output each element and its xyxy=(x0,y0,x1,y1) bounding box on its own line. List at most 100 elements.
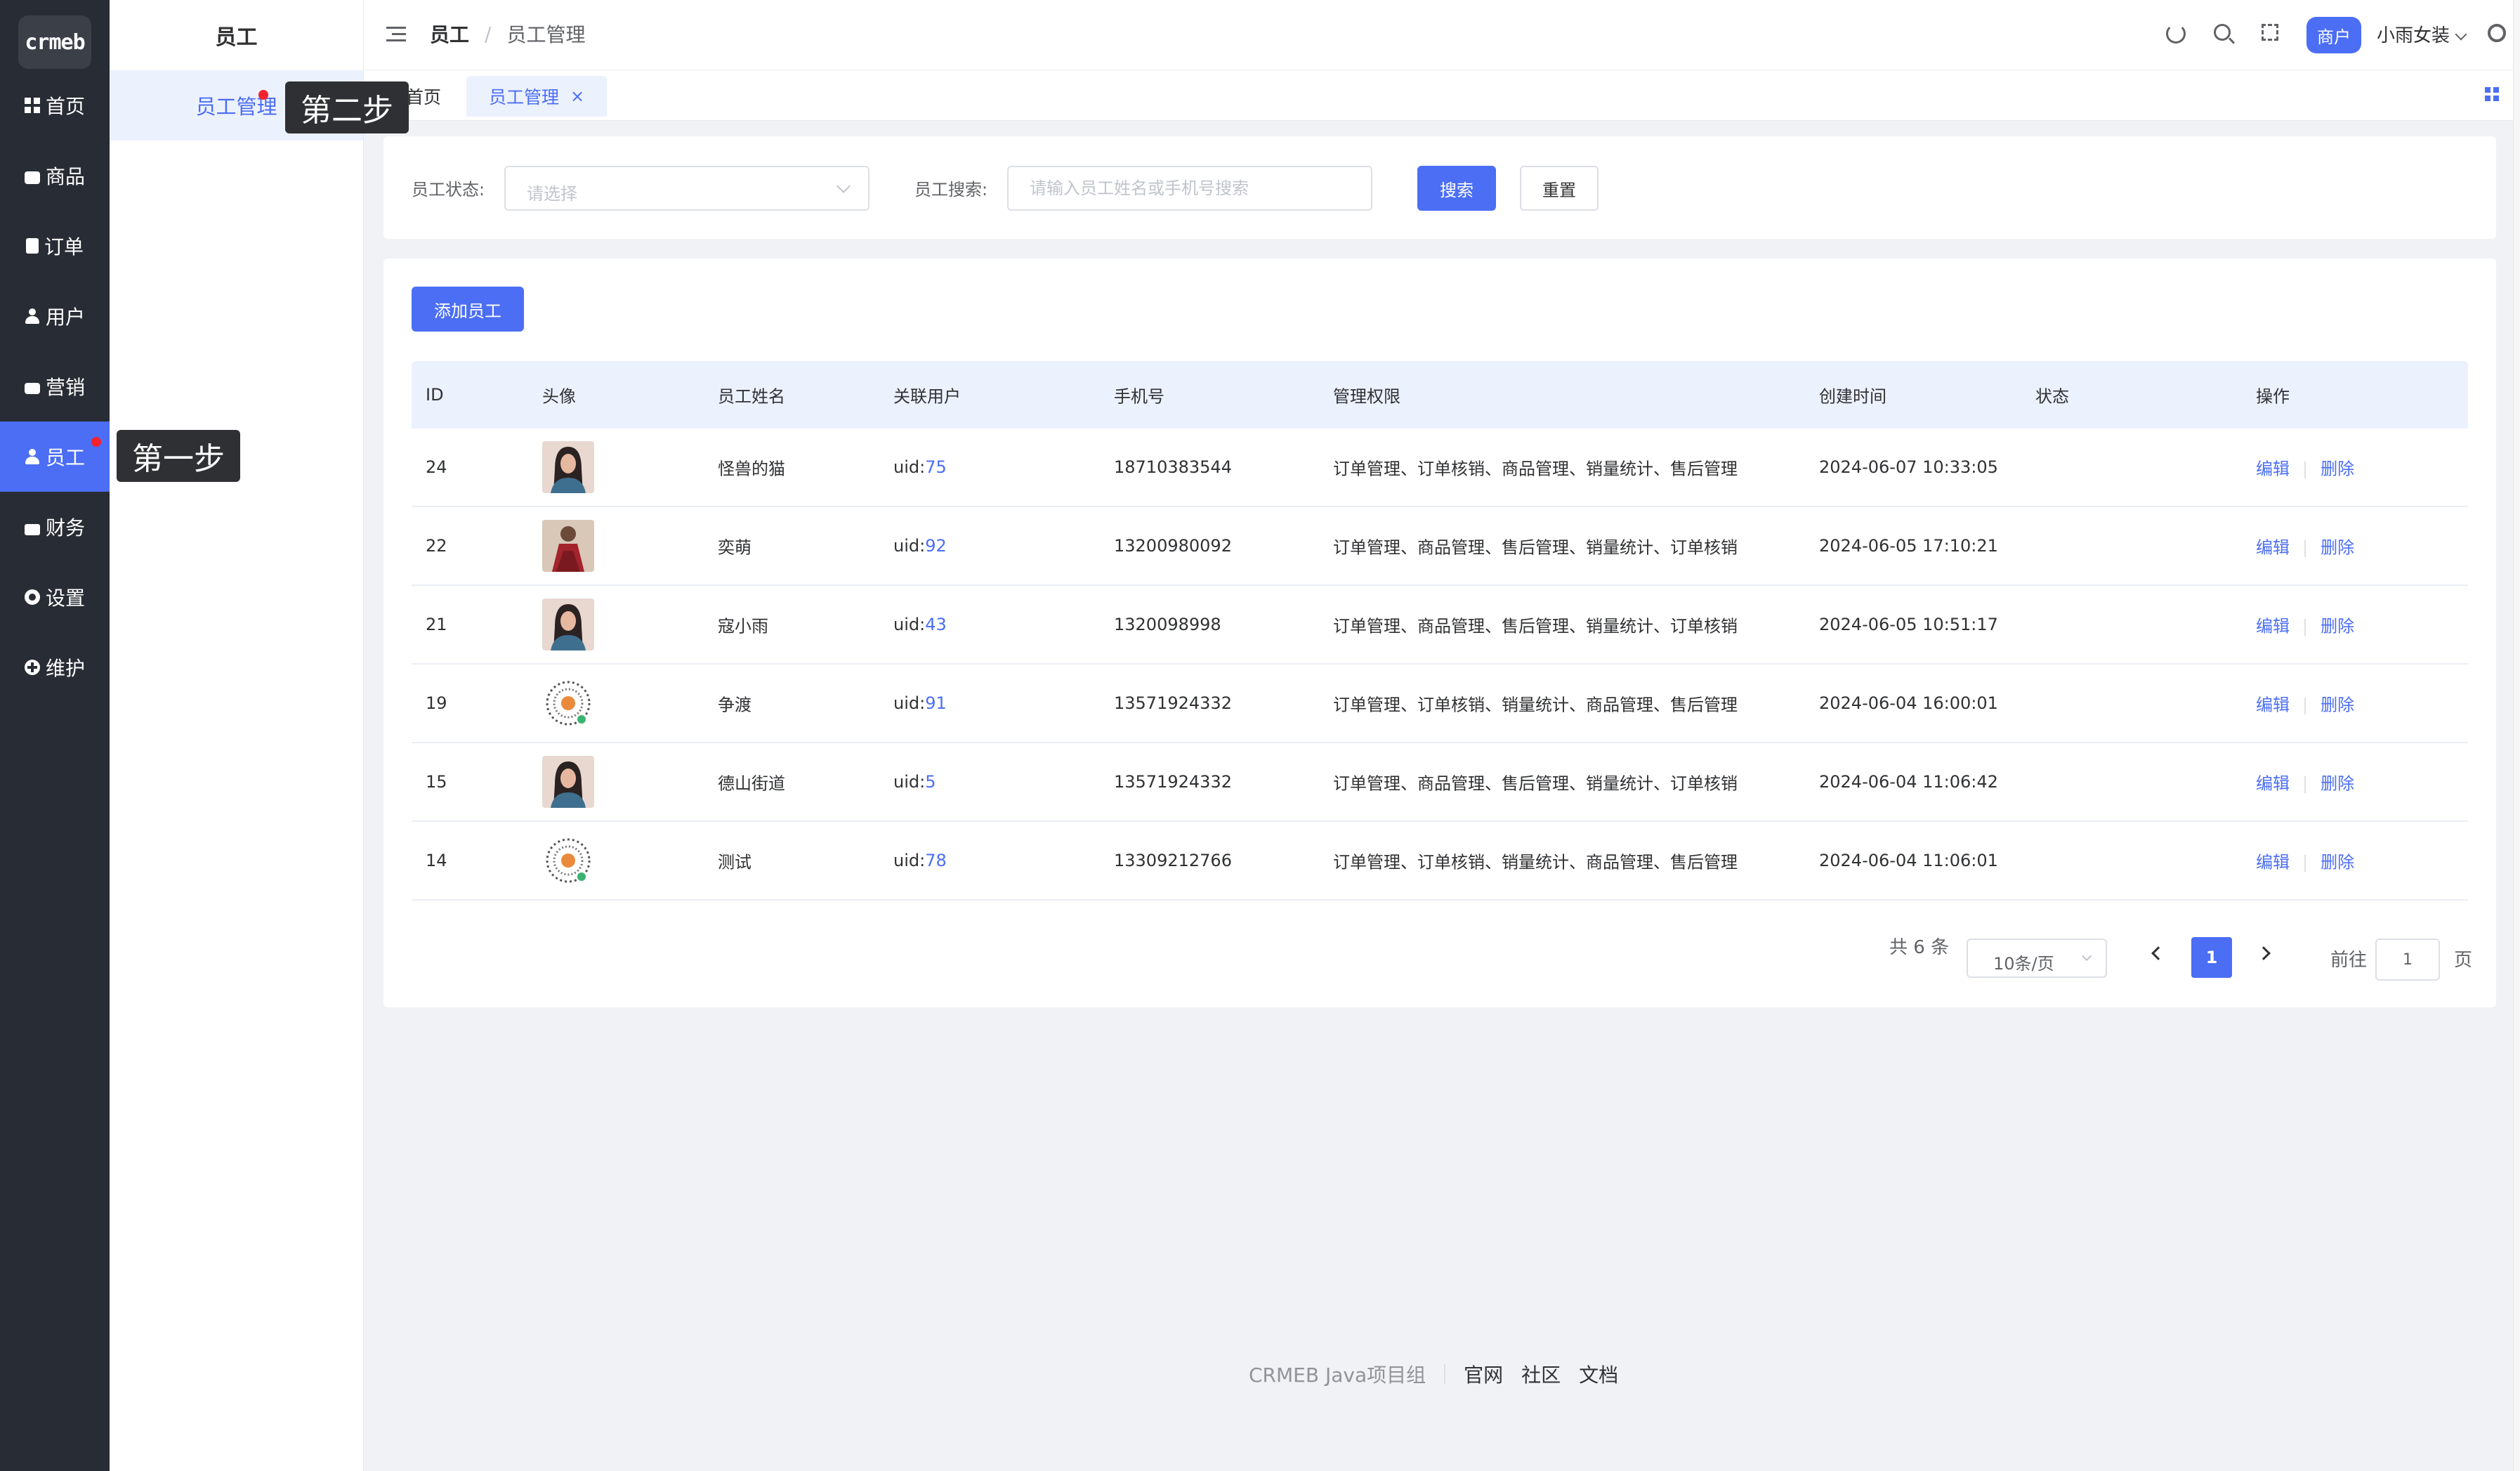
add-staff-button[interactable]: 添加员工 xyxy=(412,287,524,332)
rail-item-label: 营销 xyxy=(45,376,85,399)
cell-permissions: 订单管理、商品管理、售后管理、销量统计、订单核销 xyxy=(1333,616,1738,636)
rail-item-label: 用户 xyxy=(45,306,85,329)
breadcrumb-root[interactable]: 员工 xyxy=(430,20,469,48)
action-divider: | xyxy=(2302,537,2309,558)
column-header: 操作 xyxy=(2256,386,2290,407)
cell-created-time: 2024-06-07 10:33:05 xyxy=(1819,457,1998,477)
delete-link[interactable]: 删除 xyxy=(2321,459,2354,479)
page-number-current[interactable]: 1 xyxy=(2191,937,2232,978)
column-header: 员工姓名 xyxy=(718,386,785,407)
breadcrumb: 员工 / 员工管理 xyxy=(430,20,585,48)
refresh-icon[interactable] xyxy=(2166,24,2186,44)
avatar[interactable] xyxy=(542,756,594,808)
avatar[interactable] xyxy=(542,677,594,729)
menu-toggle-icon[interactable] xyxy=(386,27,406,42)
rail-item-0[interactable]: 首页 xyxy=(0,70,110,140)
column-header: 管理权限 xyxy=(1333,386,1400,407)
rail-item-3[interactable]: 用户 xyxy=(0,281,110,351)
uid-link[interactable]: 43 xyxy=(925,615,947,634)
next-page-icon[interactable] xyxy=(2257,946,2271,960)
cell-name: 奕萌 xyxy=(718,537,752,558)
rail-item-label: 设置 xyxy=(45,587,85,610)
avatar[interactable] xyxy=(542,599,594,650)
rail-item-label: 首页 xyxy=(45,95,85,118)
goto-page-input[interactable] xyxy=(2375,939,2440,981)
delete-link[interactable]: 删除 xyxy=(2321,853,2354,872)
edit-link[interactable]: 编辑 xyxy=(2256,695,2290,715)
cell-linked-user: uid:43 xyxy=(893,615,947,634)
avatar[interactable] xyxy=(542,520,594,572)
cell-created-time: 2024-06-04 11:06:42 xyxy=(1819,772,1998,792)
footer-link-community[interactable]: 社区 xyxy=(1521,1360,1561,1388)
rail-item-2[interactable]: 订单 xyxy=(0,211,110,281)
settings-gear-icon[interactable] xyxy=(2488,24,2506,42)
avatar[interactable] xyxy=(542,441,594,493)
store-name: 小雨女装 xyxy=(2377,25,2450,46)
edit-link[interactable]: 编辑 xyxy=(2256,538,2290,558)
status-select[interactable]: 请选择 xyxy=(504,166,869,211)
uid-link[interactable]: 92 xyxy=(925,536,947,556)
avatar[interactable] xyxy=(542,835,594,887)
delete-link[interactable]: 删除 xyxy=(2321,695,2354,715)
cell-id: 24 xyxy=(426,457,447,477)
edit-link[interactable]: 编辑 xyxy=(2256,774,2290,794)
store-switcher[interactable]: 小雨女装 xyxy=(2377,21,2467,47)
rail-item-5[interactable]: 员工 xyxy=(0,421,110,492)
fullscreen-icon[interactable] xyxy=(2262,24,2278,41)
cell-name: 怪兽的猫 xyxy=(718,459,785,479)
search-button[interactable]: 搜索 xyxy=(1417,166,1496,211)
delete-link[interactable]: 删除 xyxy=(2321,617,2354,636)
gear-icon xyxy=(24,589,40,605)
uid-link[interactable]: 75 xyxy=(925,457,947,477)
rail-item-8[interactable]: 维护 xyxy=(0,632,110,702)
delete-link[interactable]: 删除 xyxy=(2321,774,2354,794)
cell-permissions: 订单管理、订单核销、商品管理、销量统计、售后管理 xyxy=(1333,459,1738,479)
submenu-panel: 员工 员工管理 xyxy=(110,0,364,1471)
cell-linked-user: uid:75 xyxy=(893,457,947,477)
uid-link[interactable]: 5 xyxy=(925,772,936,792)
pagination-total: 共 6 条 xyxy=(1889,937,1950,958)
step1-tooltip: 第一步 xyxy=(117,430,240,482)
vertical-scrollbar[interactable] xyxy=(2513,0,2520,1471)
footer-link-official[interactable]: 官网 xyxy=(1464,1360,1503,1388)
column-header: 状态 xyxy=(2035,386,2069,407)
edit-link[interactable]: 编辑 xyxy=(2256,617,2290,636)
edit-link[interactable]: 编辑 xyxy=(2256,459,2290,479)
delete-link[interactable]: 删除 xyxy=(2321,538,2354,558)
uid-prefix: uid: xyxy=(893,457,926,477)
tag-home[interactable]: 首页 xyxy=(406,76,441,117)
rail-item-label: 商品 xyxy=(45,165,85,188)
rail-item-1[interactable]: 商品 xyxy=(0,140,110,211)
search-icon[interactable] xyxy=(2214,24,2231,41)
chevron-down-icon xyxy=(2081,950,2092,962)
uid-link[interactable]: 91 xyxy=(925,693,947,713)
close-icon[interactable]: × xyxy=(570,86,584,106)
prev-page-icon[interactable] xyxy=(2151,946,2165,960)
staff-search-input[interactable] xyxy=(1007,166,1372,211)
cell-id: 22 xyxy=(426,536,447,556)
footer-link-docs[interactable]: 文档 xyxy=(1579,1360,1618,1388)
cell-phone: 13309212766 xyxy=(1114,851,1232,870)
uid-link[interactable]: 78 xyxy=(925,851,947,870)
page-suffix: 页 xyxy=(2454,950,2473,971)
rail-item-label: 订单 xyxy=(44,235,84,259)
edit-link[interactable]: 编辑 xyxy=(2256,853,2290,872)
cell-permissions: 订单管理、商品管理、售后管理、销量统计、订单核销 xyxy=(1333,537,1738,558)
page-size-select[interactable]: 10条/页 xyxy=(1967,939,2107,978)
rail-item-7[interactable]: 设置 xyxy=(0,562,110,632)
cell-name: 争渡 xyxy=(718,695,752,715)
rail-item-4[interactable]: 营销 xyxy=(0,351,110,421)
tags-menu-icon[interactable] xyxy=(2485,87,2499,101)
reset-button[interactable]: 重置 xyxy=(1520,166,1599,211)
top-header: 员工 / 员工管理 商户 小雨女装 xyxy=(364,0,2520,70)
merchant-badge[interactable]: 商户 xyxy=(2306,17,2361,53)
cell-phone: 18710383544 xyxy=(1114,457,1232,477)
tag-staff-management[interactable]: 员工管理 × xyxy=(466,76,607,117)
uid-prefix: uid: xyxy=(893,851,926,870)
action-divider: | xyxy=(2302,852,2309,872)
status-placeholder: 请选择 xyxy=(527,184,577,204)
rail-item-6[interactable]: 财务 xyxy=(0,492,110,562)
column-header: 创建时间 xyxy=(1819,386,1886,407)
tags-bar: 首页 员工管理 × xyxy=(364,70,2520,121)
cell-linked-user: uid:91 xyxy=(893,693,947,713)
